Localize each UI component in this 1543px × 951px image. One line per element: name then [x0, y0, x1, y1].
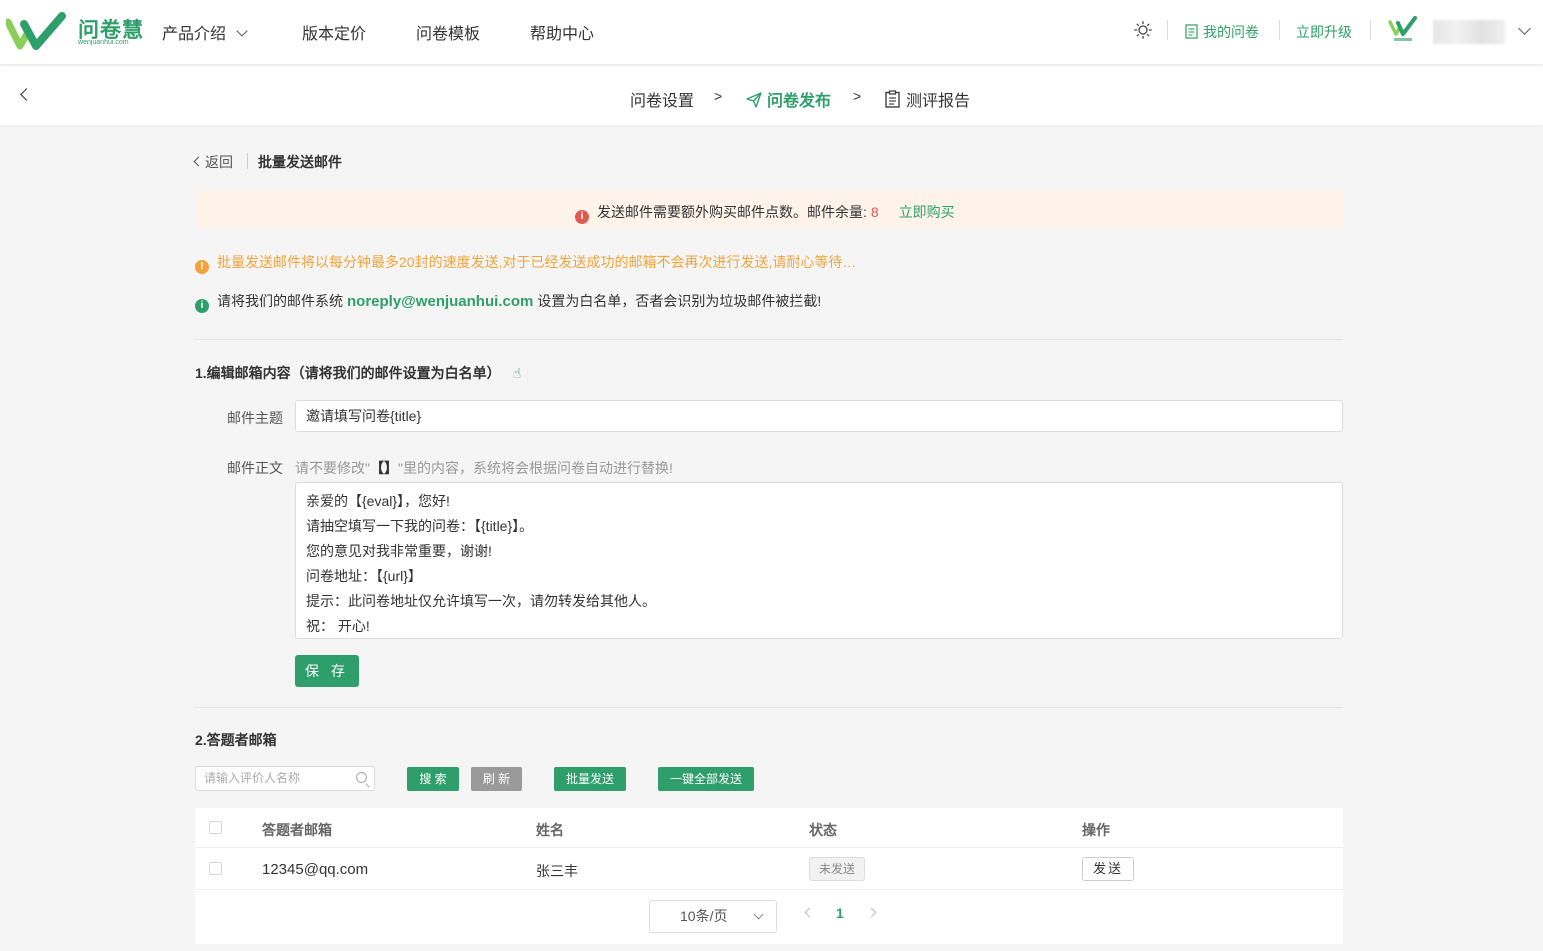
info-icon: i — [575, 210, 589, 224]
search-placeholder: 请输入评价人名称 — [204, 771, 301, 785]
table-row: 12345@qq.com 张三丰 未发送 发送 — [195, 848, 1343, 890]
chevron-left-icon — [193, 156, 204, 167]
status-badge: 未发送 — [809, 857, 866, 881]
pagination: 10条/页 1 — [195, 890, 1343, 944]
my-surveys-link[interactable]: 我的问卷 — [1185, 22, 1259, 42]
w-logo-icon — [6, 12, 66, 50]
body-hint: 请不要修改"【】"里的内容，系统将会根据问卷自动进行替换! — [295, 458, 673, 478]
email-body-textarea[interactable]: 亲爱的【{eval}】，您好! 请抽空填写一下我的问卷：【{title}】。 您… — [295, 482, 1343, 639]
back-link[interactable]: 返回 — [193, 152, 233, 172]
send-all-button[interactable]: 一键全部发送 — [658, 767, 754, 791]
refresh-button[interactable]: 刷 新 — [471, 767, 522, 791]
body-line: 您的意见对我非常重要，谢谢! — [306, 543, 492, 559]
my-surveys-label: 我的问卷 — [1203, 24, 1259, 40]
batch-send-button[interactable]: 批量发送 — [554, 767, 626, 791]
page-size-value: 10条/页 — [680, 908, 728, 924]
chevron-down-icon[interactable] — [1518, 22, 1531, 35]
column-header: 操作 — [1082, 822, 1110, 838]
upgrade-link[interactable]: 立即升级 — [1296, 22, 1352, 42]
section-edit-email-title: 1.编辑邮箱内容（请将我们的邮件设置为白名单） ☝ — [195, 363, 521, 383]
notice-text: 发送邮件需要额外购买邮件点数。邮件余量: — [597, 204, 867, 220]
column-header: 状态 — [809, 822, 837, 838]
column-header: 姓名 — [536, 822, 564, 838]
send-icon — [746, 92, 762, 108]
whitelist-tip: i 请将我们的邮件系统 noreply@wenjuanhui.com 设置为白名单，否… — [195, 291, 821, 313]
email-subject-input[interactable]: 邀请填写问卷{title} — [295, 400, 1343, 432]
step-label: 问卷发布 — [767, 93, 832, 110]
clipboard-icon — [885, 90, 900, 108]
publish-steps-bar: 问卷设置 > 问卷发布 > 测评报告 — [0, 66, 1543, 125]
username-blurred[interactable] — [1433, 20, 1505, 44]
save-button[interactable]: 保 存 — [295, 655, 359, 687]
nav-help[interactable]: 帮助中心 — [530, 20, 594, 44]
step-separator: > — [853, 88, 862, 104]
column-header: 答题者邮箱 — [262, 822, 332, 838]
email-remaining-count: 8 — [870, 204, 879, 220]
body-line: 提示：此问卷地址仅允许填写一次，请勿转发给其他人。 — [306, 593, 656, 609]
warning-icon: ! — [195, 260, 209, 274]
body-line: 问卷地址：【{url}】 — [306, 568, 422, 584]
evaluator-search-input[interactable]: 请输入评价人名称 — [195, 766, 375, 791]
next-page-icon[interactable] — [866, 907, 877, 918]
select-all-checkbox[interactable] — [209, 821, 222, 834]
avatar[interactable] — [1388, 16, 1418, 44]
respondent-table: 答题者邮箱 姓名 状态 操作 12345@qq.com 张三丰 未发送 发送 1… — [195, 808, 1343, 944]
divider — [195, 339, 1343, 340]
divider — [195, 707, 1343, 708]
step-separator: > — [714, 88, 723, 104]
nav-pricing[interactable]: 版本定价 — [302, 20, 366, 44]
tip-text: 批量发送邮件将以每分钟最多20封的速度发送,对于已经发送成功的邮箱不会再次进行发… — [217, 254, 857, 270]
send-speed-tip: ! 批量发送邮件将以每分钟最多20封的速度发送,对于已经发送成功的邮箱不会再次进行… — [195, 252, 856, 274]
divider — [247, 153, 248, 169]
nav-label: 产品介绍 — [162, 26, 227, 43]
search-icon — [356, 772, 367, 783]
body-line: 亲爱的【{eval}】，您好! — [306, 493, 450, 509]
table-header: 答题者邮箱 姓名 状态 操作 — [195, 808, 1343, 848]
step-evaluation-report[interactable]: 测评报告 — [885, 87, 970, 111]
row-checkbox[interactable] — [209, 862, 222, 875]
hint-text: 请不要修改" — [295, 460, 370, 476]
step-label: 测评报告 — [906, 93, 971, 110]
section-title-text: 1.编辑邮箱内容（请将我们的邮件设置为白名单） — [195, 365, 501, 381]
body-line: 祝： 开心! — [306, 618, 370, 634]
search-button[interactable]: 搜 索 — [407, 767, 459, 791]
page-title: 批量发送邮件 — [258, 154, 342, 170]
logo-subtext: wenjuanhui.com — [78, 39, 129, 46]
hint-text: "里的内容，系统将会根据问卷自动进行替换! — [397, 460, 673, 476]
tip-text: 请将我们的邮件系统 — [217, 293, 343, 309]
prev-page-icon[interactable] — [804, 907, 815, 918]
body-label: 邮件正文 — [227, 460, 283, 476]
page-size-select[interactable]: 10条/页 — [649, 900, 777, 933]
whitelist-email: noreply@wenjuanhui.com — [347, 293, 534, 310]
send-button[interactable]: 发送 — [1082, 857, 1134, 881]
divider — [1167, 20, 1168, 40]
step-survey-settings[interactable]: 问卷设置 — [630, 87, 694, 111]
buy-now-link[interactable]: 立即购买 — [899, 204, 955, 220]
hand-pointer-icon[interactable]: ☝ — [513, 365, 522, 382]
nav-templates[interactable]: 问卷模板 — [416, 20, 480, 44]
info-icon: i — [195, 299, 209, 313]
page-number[interactable]: 1 — [836, 905, 844, 921]
back-label: 返回 — [205, 154, 233, 170]
email-credit-notice: i 发送邮件需要额外购买邮件点数。邮件余量: 8 立即购买 — [195, 190, 1343, 229]
brand-logo[interactable]: 问卷慧 wenjuanhui.com — [6, 12, 166, 52]
chevron-down-icon — [753, 909, 764, 920]
chevron-down-icon — [236, 25, 248, 37]
section-respondent-email-title: 2.答题者邮箱 — [195, 732, 277, 748]
main-content: 返回 批量发送邮件 i 发送邮件需要额外购买邮件点数。邮件余量: 8 立即购买 ! 批量… — [193, 126, 1343, 951]
divider — [1370, 20, 1371, 40]
chevron-left-icon[interactable] — [20, 88, 33, 101]
subject-label: 邮件主题 — [227, 410, 283, 426]
respondent-email: 12345@qq.com — [262, 861, 369, 878]
top-navbar: 问卷慧 wenjuanhui.com 产品介绍 版本定价 问卷模板 帮助中心 我… — [0, 0, 1543, 64]
hint-brackets: 【】 — [369, 460, 398, 476]
divider — [1279, 20, 1280, 40]
document-icon — [1185, 24, 1198, 39]
body-line: 请抽空填写一下我的问卷：【{title}】。 — [306, 518, 534, 534]
respondent-name: 张三丰 — [536, 863, 578, 879]
tip-text: 设置为白名单，否者会识别为垃圾邮件被拦截! — [537, 293, 822, 309]
nav-product-intro[interactable]: 产品介绍 — [162, 20, 248, 44]
sun-icon[interactable] — [1134, 21, 1152, 39]
step-survey-publish[interactable]: 问卷发布 — [746, 87, 831, 111]
